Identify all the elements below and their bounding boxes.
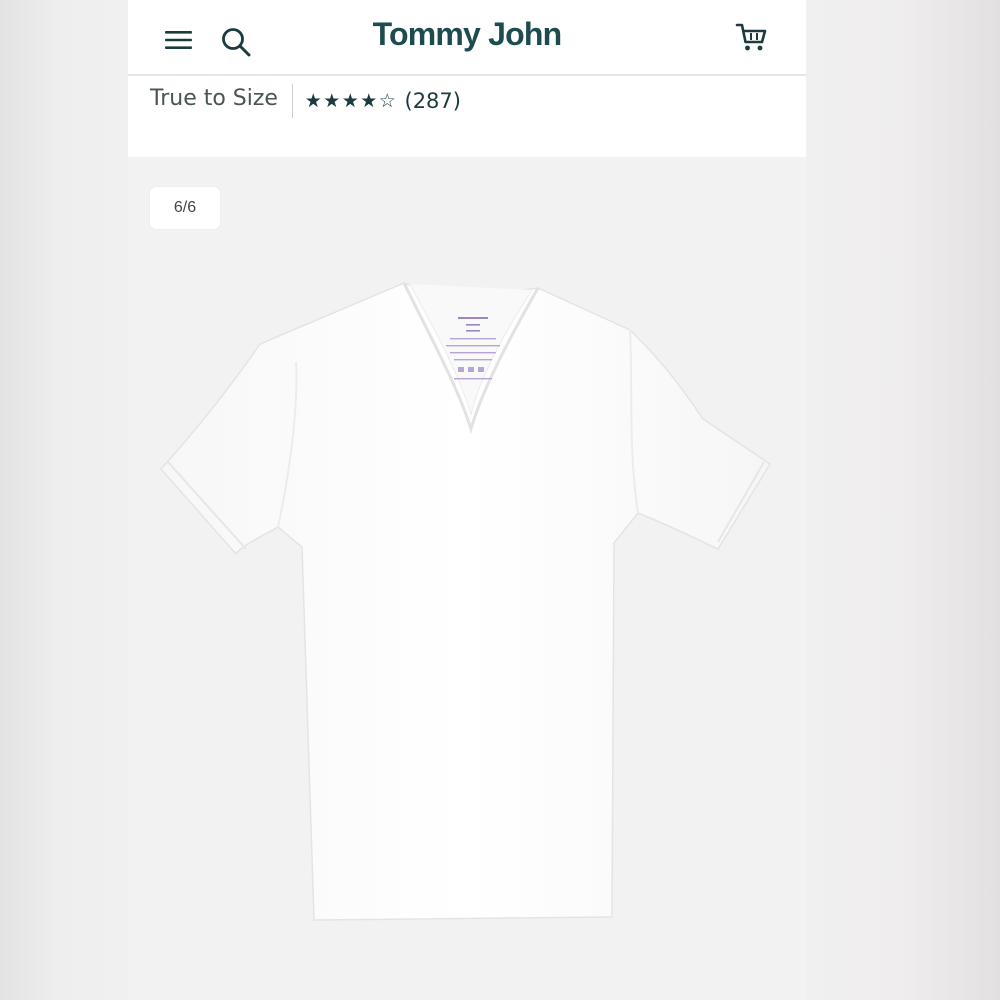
star-filled-icon: ★ (341, 89, 359, 112)
star-empty-icon: ☆ (378, 89, 396, 112)
rating[interactable]: ★ ★ ★ ★ ☆ (287) (304, 86, 461, 116)
product-image[interactable] (128, 157, 806, 1000)
mobile-page: Tommy John True to Size ★★★★☆ (287) (128, 0, 806, 1000)
star-rating: ★ ★ ★ ★ ☆ (304, 89, 397, 112)
divider (292, 84, 293, 118)
star-filled-icon: ★ (304, 89, 322, 112)
product-gallery: 6/6 (128, 157, 806, 1000)
fit-label: True to Size (150, 86, 278, 111)
image-counter: 6/6 (150, 187, 220, 229)
star-filled-icon: ★ (323, 89, 341, 112)
product-summary-bar: True to Size ★ ★ ★ ★ ☆ (287) (128, 76, 806, 156)
site-header: Tommy John (128, 0, 806, 76)
review-count[interactable]: (287) (405, 89, 461, 113)
star-filled-icon: ★ (360, 89, 378, 112)
brand-logo[interactable]: Tommy John (128, 16, 806, 53)
cart-icon[interactable] (735, 22, 769, 54)
